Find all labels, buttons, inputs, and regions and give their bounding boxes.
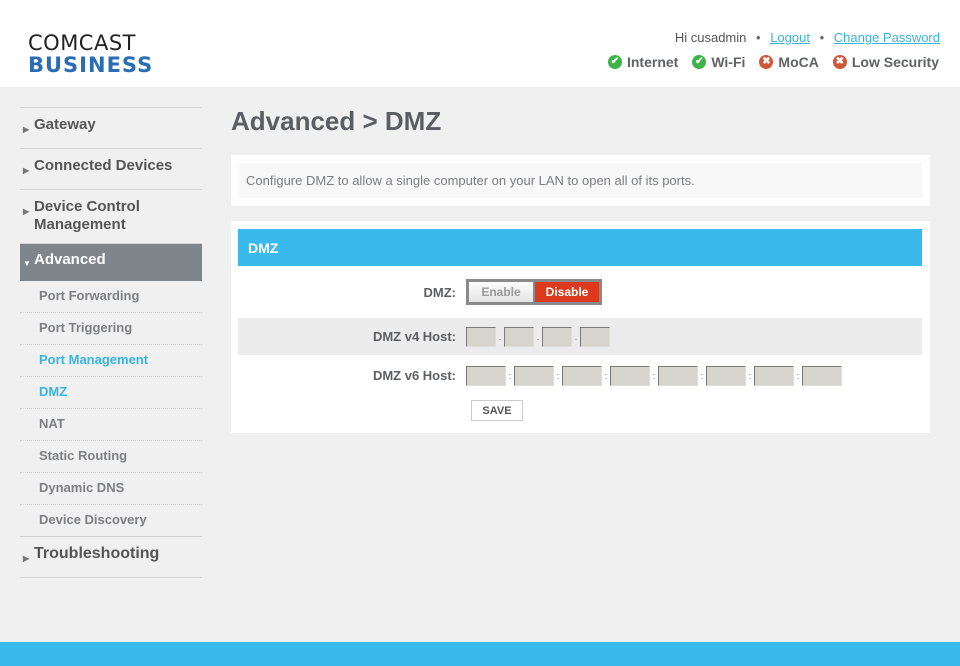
sidebar-item-connected-devices[interactable]: ▶ Connected Devices [20, 149, 202, 190]
v6-group-1-input[interactable] [466, 365, 506, 386]
dot-separator: . [536, 331, 540, 342]
triangle-right-icon: ▶ [23, 554, 30, 563]
main-content: Advanced > DMZ Configure DMZ to allow a … [231, 107, 930, 433]
v6-group-2-input[interactable] [514, 365, 554, 386]
sidebar-item-label: Advanced [34, 251, 106, 268]
status-label: Low Security [851, 54, 939, 70]
status-wifi: ✔ Wi-Fi [692, 54, 745, 70]
sidebar-nav: ▶ Gateway ▶ Connected Devices ▶ Device C… [20, 107, 202, 578]
v4-octet-1-input[interactable] [466, 326, 496, 347]
dmz-toggle: Enable Disable [466, 279, 602, 305]
sidebar-subitem-port-forwarding[interactable]: Port Forwarding [20, 281, 202, 313]
header: COMCAST BUSINESS Hi cusadmin • Logout • … [0, 0, 960, 87]
v6-group-8-input[interactable] [802, 365, 842, 386]
page-title: Advanced > DMZ [231, 106, 442, 136]
v6-group-3-input[interactable] [562, 365, 602, 386]
sidebar-item-label: Gateway [34, 116, 96, 133]
dmz-v4-row: DMZ v4 Host: . . . [238, 318, 922, 355]
dmz-v6-row: DMZ v6 Host: : : : : : : : [238, 355, 922, 396]
sidebar-item-label: Troubleshooting [34, 545, 160, 562]
enable-button[interactable]: Enable [469, 282, 533, 302]
sidebar-subitem-static-routing[interactable]: Static Routing [20, 441, 202, 473]
colon-separator: : [508, 370, 512, 381]
logo-line1: COMCAST [28, 31, 136, 55]
sidebar-item-device-control-management[interactable]: ▶ Device Control Management [20, 190, 202, 244]
separator-dot: • [819, 30, 825, 45]
dot-separator: . [498, 331, 502, 342]
v6-group-7-input[interactable] [754, 365, 794, 386]
triangle-right-icon: ▶ [23, 125, 30, 134]
status-label: Internet [626, 54, 679, 70]
footer-bar [0, 642, 960, 666]
colon-separator: : [652, 370, 656, 381]
intro-card: Configure DMZ to allow a single computer… [231, 155, 930, 206]
status-bar: ✔ Internet ✔ Wi-Fi ✖ MoCA ✖ Low Security [607, 54, 939, 70]
disable-button[interactable]: Disable [535, 282, 599, 302]
status-label: MoCA [778, 54, 819, 70]
logout-link[interactable]: Logout [770, 30, 810, 45]
section-header: DMZ [238, 229, 922, 266]
dmz-label: DMZ: [423, 284, 457, 300]
sidebar-subitem-dynamic-dns[interactable]: Dynamic DNS [20, 473, 202, 505]
triangle-right-icon: ▶ [23, 166, 30, 175]
v6-host-label: DMZ v6 Host: [372, 368, 456, 383]
status-internet: ✔ Internet [607, 54, 679, 70]
dmz-form-card: DMZ DMZ: Enable Disable DMZ v4 Host: . .… [231, 221, 930, 433]
greeting: Hi cusadmin [674, 30, 747, 45]
sidebar-item-troubleshooting[interactable]: ▶ Troubleshooting [20, 537, 202, 578]
colon-separator: : [556, 370, 560, 381]
x-circle-icon: ✖ [759, 55, 774, 69]
colon-separator: : [604, 370, 608, 381]
status-moca: ✖ MoCA [759, 54, 819, 70]
check-circle-icon: ✔ [692, 55, 707, 69]
colon-separator: : [700, 370, 704, 381]
sidebar-item-label: Connected Devices [34, 157, 173, 174]
v6-group-6-input[interactable] [706, 365, 746, 386]
sidebar-subitem-port-management[interactable]: Port Management [20, 345, 202, 377]
triangle-down-icon: ▼ [23, 259, 31, 268]
colon-separator: : [748, 370, 752, 381]
separator-dot: • [756, 30, 761, 45]
status-label: Wi-Fi [711, 54, 746, 70]
sidebar-subitem-dmz[interactable]: DMZ [20, 377, 202, 409]
comcast-business-logo[interactable]: COMCAST BUSINESS [28, 33, 153, 76]
sidebar-item-gateway[interactable]: ▶ Gateway [20, 108, 202, 149]
v6-group-4-input[interactable] [610, 365, 650, 386]
sidebar-subitem-device-discovery[interactable]: Device Discovery [20, 505, 202, 537]
sidebar-item-advanced[interactable]: ▼ Advanced [20, 244, 202, 281]
colon-separator: : [796, 370, 800, 381]
sidebar-item-label: Device Control Management [34, 198, 140, 233]
v4-host-label: DMZ v4 Host: [372, 329, 456, 344]
logo-line2: BUSINESS [28, 53, 154, 77]
check-circle-icon: ✔ [607, 55, 622, 69]
x-circle-icon: ✖ [832, 55, 847, 69]
status-security: ✖ Low Security [832, 54, 939, 70]
v6-group-5-input[interactable] [658, 365, 698, 386]
user-bar: Hi cusadmin • Logout • Change Password [675, 30, 940, 45]
change-password-link[interactable]: Change Password [834, 30, 940, 45]
intro-text: Configure DMZ to allow a single computer… [239, 163, 922, 198]
v4-octet-2-input[interactable] [504, 326, 534, 347]
sidebar-subitem-port-triggering[interactable]: Port Triggering [20, 313, 202, 345]
v4-octet-4-input[interactable] [580, 326, 610, 347]
triangle-right-icon: ▶ [23, 207, 30, 216]
dot-separator: . [574, 331, 578, 342]
save-button[interactable]: SAVE [471, 400, 523, 421]
dmz-toggle-row: DMZ: Enable Disable [238, 266, 922, 318]
v4-octet-3-input[interactable] [542, 326, 572, 347]
sidebar-subitem-nat[interactable]: NAT [20, 409, 202, 441]
save-row: SAVE [238, 400, 922, 421]
